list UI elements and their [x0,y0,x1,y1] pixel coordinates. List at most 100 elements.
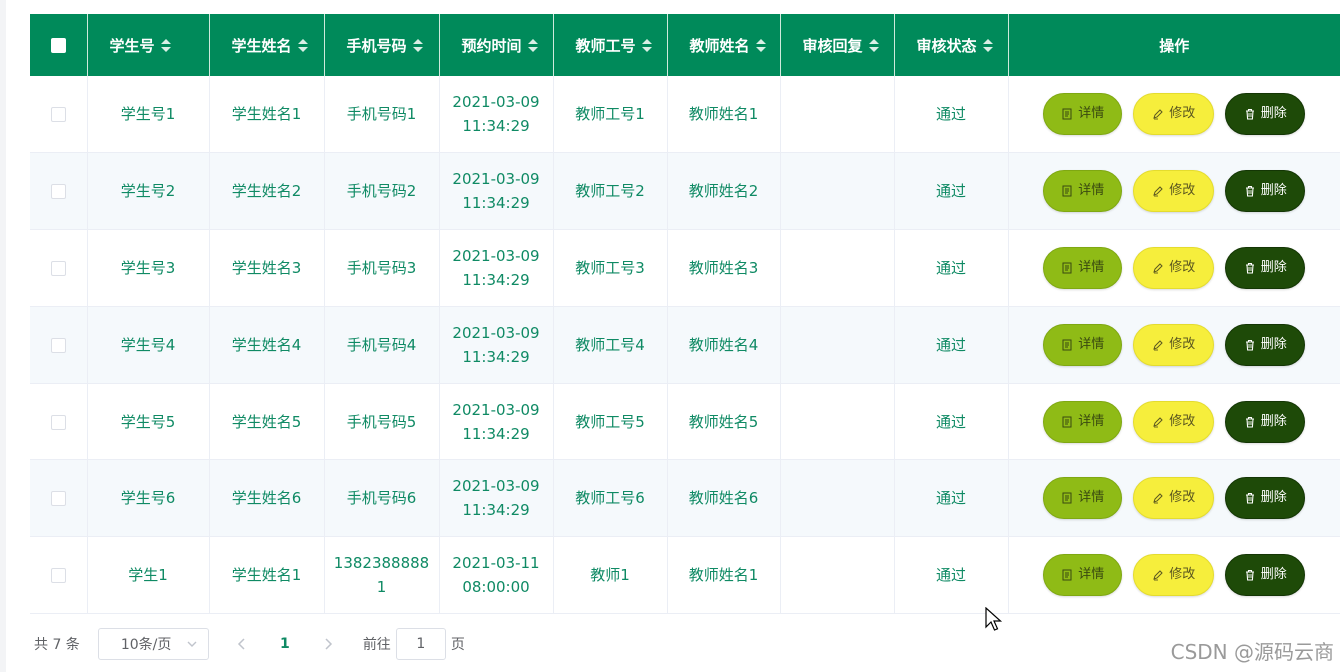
column-header-phone[interactable]: 手机号码 [324,14,440,76]
cell-student-no: 学生号3 [87,229,210,307]
appointment-date: 2021-03-09 [452,93,540,112]
row-checkbox-cell[interactable] [30,76,88,154]
row-checkbox[interactable] [50,337,66,353]
detail-button[interactable]: 详情 [1043,323,1123,366]
row-checkbox-cell[interactable] [30,536,88,615]
cell-teacher-no: 教师工号4 [553,306,668,384]
appointment-date: 2021-03-09 [452,400,540,419]
cell-teacher-no: 教师1 [553,536,668,615]
row-checkbox[interactable] [50,184,66,200]
edit-button[interactable]: 修改 [1133,477,1215,520]
cell-teacher-name: 教师姓名1 [667,76,781,154]
edit-button[interactable]: 修改 [1133,400,1215,443]
delete-button[interactable]: 删除 [1225,170,1306,213]
trash-icon [1245,262,1254,274]
delete-button[interactable]: 删除 [1225,93,1306,136]
appointment-date: 2021-03-09 [452,170,540,189]
delete-button[interactable]: 删除 [1225,477,1306,520]
page-suffix-label: 页 [450,637,465,653]
cell-student-name: 学生姓名2 [209,152,325,231]
column-header-teacher-name[interactable]: 教师姓名 [667,14,781,76]
cell-actions: 详情 修改 删除 [1008,459,1340,538]
row-checkbox[interactable] [50,491,66,507]
detail-button[interactable]: 详情 [1043,246,1123,289]
edit-button[interactable]: 修改 [1133,93,1215,136]
edit-button[interactable]: 修改 [1133,170,1215,213]
appointment-date: 2021-03-09 [452,323,540,342]
page-size-select[interactable]: 10条/页 [97,628,209,660]
cell-actions: 详情 修改 删除 [1008,383,1340,461]
edit-button[interactable]: 修改 [1133,323,1215,366]
row-checkbox-cell[interactable] [30,152,88,231]
detail-button[interactable]: 详情 [1043,477,1123,520]
pen-icon [1153,109,1163,120]
sort-icon[interactable] [297,39,308,53]
prev-page-button[interactable] [229,628,255,660]
cell-teacher-no: 教师工号2 [553,152,668,231]
cell-appointment-time: 2021-03-09 11:34:29 [439,152,554,231]
cell-teacher-name: 教师姓名6 [667,459,781,538]
cell-review-status: 通过 [894,459,1009,538]
cell-teacher-name: 教师姓名1 [667,536,781,615]
column-header-student-no[interactable]: 学生号 [87,14,210,76]
cell-student-name: 学生姓名6 [209,459,325,538]
delete-button[interactable]: 删除 [1225,554,1306,597]
appointment-clock: 11:34:29 [462,501,530,520]
document-icon [1062,108,1072,120]
cell-appointment-time: 2021-03-11 08:00:00 [439,536,554,615]
next-page-button[interactable] [315,628,341,660]
column-header-student-name[interactable]: 学生姓名 [209,14,325,76]
table-row: 学生号2 学生姓名2 手机号码2 2021-03-09 11:34:29 教师工号2 教师姓… [30,152,1340,231]
document-icon [1062,185,1072,197]
table-row: 学生号1 学生姓名1 手机号码1 2021-03-09 11:34:29 教师工号1 教师姓… [30,76,1340,154]
row-checkbox[interactable] [50,568,66,584]
cell-review-reply [780,306,895,384]
page-jump-input[interactable]: 1 [395,628,446,660]
column-header-teacher-no[interactable]: 教师工号 [553,14,668,76]
cell-student-no: 学生1 [87,536,210,615]
chevron-right-icon [325,638,332,650]
sort-icon[interactable] [641,39,652,53]
chevron-down-icon [187,641,197,647]
detail-button[interactable]: 详情 [1043,170,1123,213]
cell-phone: 手机号码1 [324,76,440,154]
edit-button[interactable]: 修改 [1133,554,1215,597]
pen-icon [1153,186,1163,197]
delete-button[interactable]: 删除 [1225,323,1306,366]
row-checkbox[interactable] [50,107,66,123]
table-row: 学生1 学生姓名1 13823888881 2021-03-11 08:00:00 教师1… [30,536,1340,615]
sort-icon[interactable] [527,39,538,53]
cell-review-status: 通过 [894,536,1009,615]
page-number-current[interactable]: 1 [265,628,305,660]
detail-button[interactable]: 详情 [1043,554,1123,597]
row-checkbox[interactable] [50,414,66,430]
column-header-review-status[interactable]: 审核状态 [894,14,1009,76]
row-checkbox[interactable] [50,260,66,276]
mouse-cursor-icon [985,607,1003,631]
edit-button[interactable]: 修改 [1133,246,1215,289]
cell-review-reply [780,76,895,154]
row-checkbox-cell[interactable] [30,229,88,307]
detail-button[interactable]: 详情 [1043,93,1123,136]
delete-button[interactable]: 删除 [1225,246,1306,289]
sort-icon[interactable] [755,39,766,53]
cell-teacher-no: 教师工号1 [553,76,668,154]
row-checkbox-cell[interactable] [30,383,88,461]
cell-review-reply [780,152,895,231]
row-checkbox-cell[interactable] [30,459,88,538]
select-all-checkbox[interactable] [50,38,66,53]
trash-icon [1245,339,1254,351]
sort-icon[interactable] [412,39,423,53]
delete-button[interactable]: 删除 [1225,400,1306,443]
cell-teacher-name: 教师姓名3 [667,229,781,307]
sort-icon[interactable] [160,39,171,53]
select-all-checkbox-cell[interactable] [30,14,88,76]
cell-student-name: 学生姓名1 [209,76,325,154]
detail-button[interactable]: 详情 [1043,400,1123,443]
row-checkbox-cell[interactable] [30,306,88,384]
sort-icon[interactable] [982,39,993,53]
cell-actions: 详情 修改 删除 [1008,306,1340,384]
column-header-review-reply[interactable]: 审核回复 [780,14,895,76]
sort-icon[interactable] [868,39,879,53]
column-header-appointment-time[interactable]: 预约时间 [439,14,554,76]
